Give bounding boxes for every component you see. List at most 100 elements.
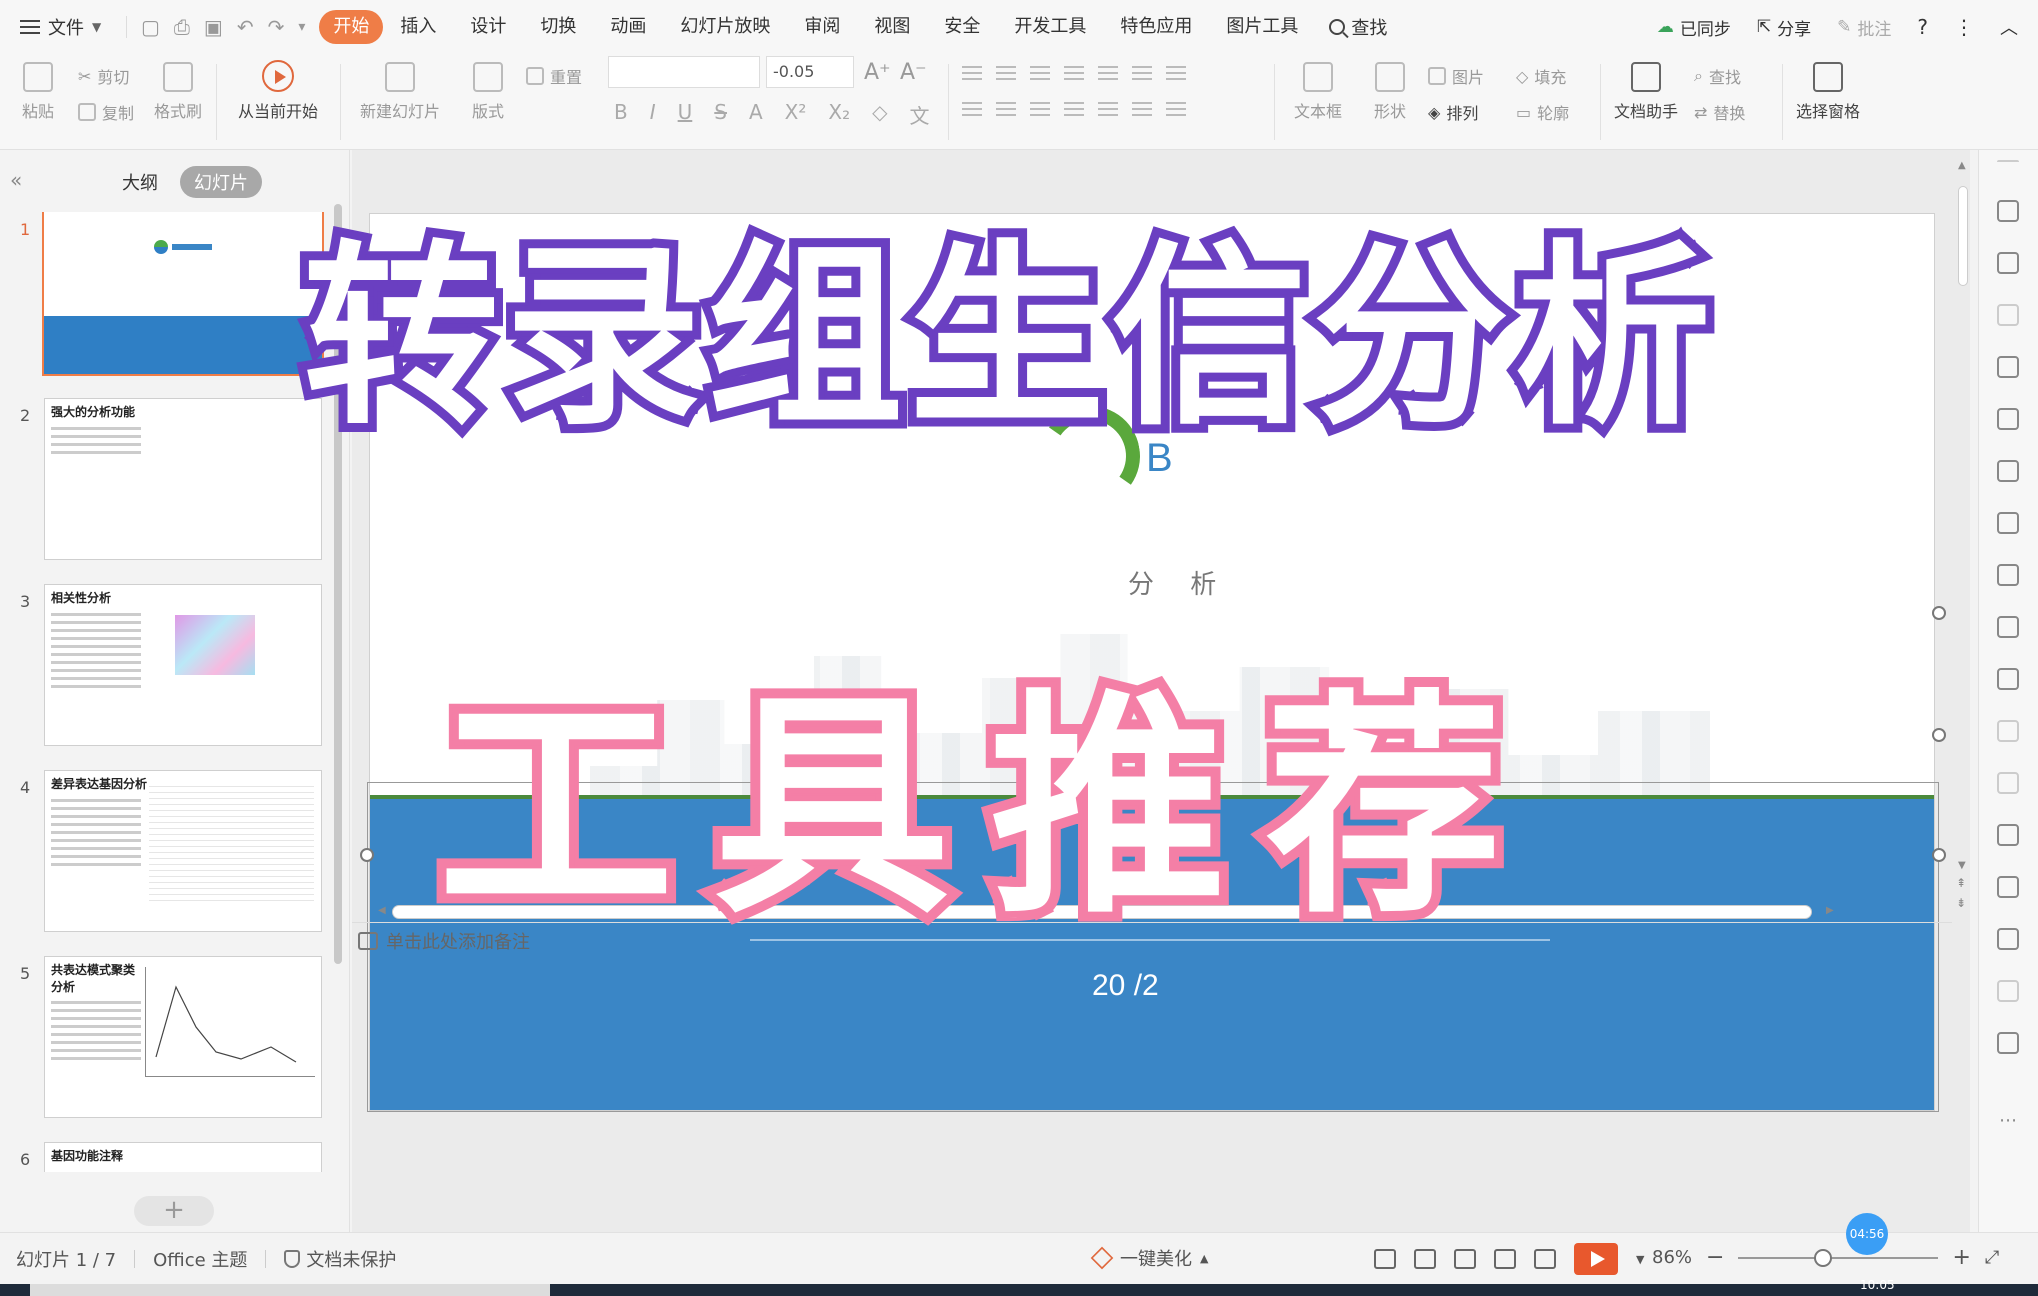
- tab-outline[interactable]: 大纲: [108, 166, 172, 198]
- new-slide-button[interactable]: 新建幻灯片: [352, 62, 448, 122]
- menu-picture-tools[interactable]: 图片工具: [1209, 10, 1315, 44]
- beautify-button[interactable]: 一键美化 ▲: [1090, 1245, 1208, 1271]
- picture-button[interactable]: 图片: [1428, 64, 1484, 88]
- font-shrink-icon[interactable]: A⁻: [900, 60, 927, 85]
- fill-button[interactable]: ◇ 填充: [1516, 64, 1566, 88]
- collapse-ribbon-icon[interactable]: ︿: [2000, 14, 2018, 40]
- reading-view-icon[interactable]: [1494, 1249, 1516, 1269]
- justify-icon[interactable]: [1064, 102, 1084, 116]
- presenter-view-icon[interactable]: [1534, 1249, 1556, 1269]
- font-color-icon[interactable]: A: [749, 100, 763, 129]
- menu-review[interactable]: 审阅: [787, 10, 857, 44]
- help-icon[interactable]: [1997, 928, 2019, 950]
- shield-check-icon[interactable]: [1997, 824, 2019, 846]
- menu-features[interactable]: 特色应用: [1103, 10, 1209, 44]
- resize-handle[interactable]: [1932, 848, 1946, 862]
- collapse-panel-icon[interactable]: «: [10, 168, 22, 192]
- decrease-indent-icon[interactable]: [1030, 66, 1050, 80]
- zoom-slider[interactable]: [1738, 1248, 1939, 1267]
- badge-icon[interactable]: [1997, 1032, 2019, 1054]
- print-preview-icon[interactable]: ▣: [204, 15, 223, 39]
- resize-handle[interactable]: [1932, 728, 1946, 742]
- subscript-icon[interactable]: X₂: [828, 100, 850, 129]
- redo-icon[interactable]: ↷: [268, 15, 285, 39]
- play-slideshow-button[interactable]: [1574, 1243, 1618, 1275]
- menu-design[interactable]: 设计: [453, 10, 523, 44]
- comment-button[interactable]: ✎ 批注: [1837, 15, 1891, 40]
- cut-button[interactable]: ✂ 剪切: [78, 64, 129, 88]
- arrange-button[interactable]: ◈ 排列: [1428, 100, 1478, 124]
- grid-icon[interactable]: [1997, 408, 2019, 430]
- format-painter-button[interactable]: 格式刷: [150, 62, 206, 122]
- zoom-out-icon[interactable]: −: [1706, 1245, 1724, 1270]
- taskbar-search[interactable]: [30, 1284, 550, 1296]
- cube-icon[interactable]: [1997, 980, 2019, 1002]
- tab-slides[interactable]: 幻灯片: [180, 166, 262, 198]
- menu-home[interactable]: 开始: [319, 10, 384, 44]
- export-icon[interactable]: [1997, 616, 2019, 638]
- history-icon[interactable]: [1997, 876, 2019, 898]
- text-direction-icon[interactable]: [1132, 66, 1152, 80]
- font-name-select[interactable]: [608, 56, 760, 88]
- thumbnail-slide-6[interactable]: 基因功能注释: [44, 1142, 322, 1172]
- paste-button[interactable]: 粘贴: [14, 62, 62, 122]
- print-icon[interactable]: ⎙: [174, 15, 190, 39]
- selection-pane-button[interactable]: 选择窗格: [1790, 62, 1866, 122]
- paragraph-settings-icon[interactable]: [1166, 102, 1186, 116]
- font-grow-icon[interactable]: A⁺: [864, 60, 891, 85]
- line-spacing-icon[interactable]: [1166, 66, 1186, 80]
- customize-icon[interactable]: ▾: [298, 19, 305, 35]
- menu-security[interactable]: 安全: [927, 10, 997, 44]
- replace-button[interactable]: ⇄ 替换: [1694, 100, 1745, 124]
- slide-date[interactable]: 20 /2: [1092, 969, 1159, 1003]
- vertical-align-icon[interactable]: [1132, 102, 1152, 116]
- clear-format-icon[interactable]: ◇: [872, 100, 887, 129]
- chart-icon[interactable]: [1997, 460, 2019, 482]
- adjust-icon[interactable]: [1997, 512, 2019, 534]
- search-command[interactable]: 查找: [1329, 14, 1387, 40]
- audio-icon[interactable]: [1997, 772, 2019, 794]
- menu-view[interactable]: 视图: [857, 10, 927, 44]
- layout-button[interactable]: 版式: [462, 62, 514, 122]
- archive-icon[interactable]: [1997, 668, 2019, 690]
- share-button[interactable]: ⇱ 分享: [1757, 15, 1811, 40]
- scroll-up-icon[interactable]: ▲: [1958, 160, 1966, 171]
- doc-assistant-button[interactable]: 文档助手: [1608, 62, 1684, 122]
- image-icon[interactable]: [1997, 564, 2019, 586]
- zoom-slider-knob[interactable]: [1814, 1248, 1833, 1267]
- align-right-icon[interactable]: [1030, 102, 1050, 116]
- superscript-icon[interactable]: X²: [785, 100, 807, 129]
- increase-indent-icon[interactable]: [1064, 66, 1084, 80]
- find-button[interactable]: ⌕ 查找: [1694, 64, 1741, 88]
- picture-icon[interactable]: [1997, 720, 2019, 742]
- theme-name[interactable]: Office 主题: [153, 1246, 247, 1272]
- play-from-current-button[interactable]: 从当前开始: [226, 60, 330, 122]
- table-icon[interactable]: [1997, 356, 2019, 378]
- phonetic-icon[interactable]: 文: [910, 100, 930, 129]
- normal-view-icon[interactable]: [1414, 1249, 1436, 1269]
- fit-window-icon[interactable]: ⤢: [1985, 1247, 1999, 1268]
- font-size-select[interactable]: -0.05: [766, 56, 854, 88]
- italic-icon[interactable]: I: [650, 100, 656, 129]
- menu-animation[interactable]: 动画: [593, 10, 663, 44]
- next-slide-icon[interactable]: ⇟: [1956, 896, 1966, 910]
- copy-button[interactable]: 复制: [78, 100, 134, 124]
- more-icon[interactable]: ⋯: [1999, 1110, 2017, 1131]
- help-icon[interactable]: ?: [1917, 15, 1928, 39]
- more-icon[interactable]: ⋮: [1954, 15, 1974, 39]
- align-left-icon[interactable]: [962, 102, 982, 116]
- add-slide-button[interactable]: +: [134, 1196, 214, 1226]
- menu-insert[interactable]: 插入: [383, 10, 453, 44]
- menu-developer[interactable]: 开发工具: [997, 10, 1103, 44]
- undo-icon[interactable]: ↶: [237, 15, 254, 39]
- star-icon[interactable]: [1997, 200, 2019, 222]
- numbering-icon[interactable]: [996, 66, 1016, 80]
- file-menu[interactable]: 文件 ▼: [0, 14, 112, 40]
- zoom-in-icon[interactable]: +: [1952, 1245, 1970, 1270]
- transform-icon[interactable]: [1997, 252, 2019, 274]
- reset-button[interactable]: 重置: [526, 64, 582, 88]
- prev-slide-icon[interactable]: ⇞: [1956, 876, 1966, 890]
- shape-button[interactable]: 形状: [1362, 62, 1418, 122]
- sync-button[interactable]: ☁ 已同步: [1657, 15, 1731, 40]
- notes-view-icon[interactable]: [1374, 1249, 1396, 1269]
